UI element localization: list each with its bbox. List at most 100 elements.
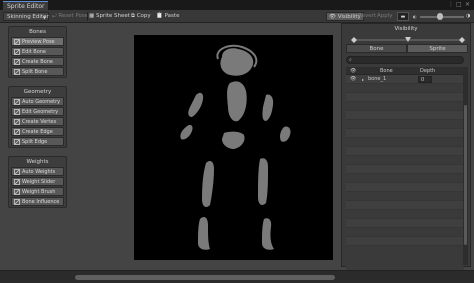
revert-button[interactable]: Revert [358, 12, 376, 21]
table-row [346, 210, 464, 219]
create-vertex-label: Create Vertex [22, 119, 57, 125]
opacity-min-icon [351, 37, 357, 43]
preview-pose-label: Preview Pose [22, 39, 55, 45]
eye-icon[interactable]: 👁 [350, 75, 356, 84]
window-titlebar: Sprite Editor ⋮ □ ✕ [0, 0, 474, 10]
table-row [346, 201, 464, 210]
table-row[interactable]: 👁 ▸ bone_1 0 [346, 75, 464, 84]
edit-geometry-button[interactable]: Edit Geometry [11, 107, 64, 116]
weight-slider-icon [14, 179, 20, 185]
copy-button[interactable]: ⧉ Copy [131, 12, 151, 21]
visibility-scrollbar-thumb[interactable] [464, 105, 467, 245]
edit-bone-label: Edit Bone [22, 49, 47, 55]
tab-bone[interactable]: Bone [346, 44, 407, 53]
depth-column-header: Depth [420, 68, 436, 74]
create-bone-label: Create Bone [22, 59, 53, 65]
table-row [346, 129, 464, 138]
weight-brush-button[interactable]: Weight Brush [11, 187, 64, 196]
bones-panel: Bones Preview Pose Edit Bone Create Bone Sp… [8, 26, 67, 78]
opacity-slider[interactable] [350, 37, 466, 43]
tab-sprite[interactable]: Sprite [407, 44, 468, 53]
split-bone-icon [14, 69, 20, 75]
auto-weights-button[interactable]: Auto Weights [11, 167, 64, 176]
visibility-panel-title: Visibility [394, 26, 418, 32]
edit-bone-button[interactable]: Edit Bone [11, 47, 64, 56]
sprite-right-shin [262, 218, 274, 250]
paste-icon: 📋 [156, 13, 163, 19]
zoom-in-icon: ◑ [466, 13, 471, 19]
table-row [346, 120, 464, 129]
create-bone-button[interactable]: Create Bone [11, 57, 64, 66]
auto-geometry-icon [14, 99, 20, 105]
table-row [346, 102, 464, 111]
table-row [346, 156, 464, 165]
editor-tab[interactable]: Sprite Editor [3, 1, 49, 10]
sprite-left-upper-arm [188, 92, 204, 117]
sprite-left-thigh [202, 161, 214, 207]
split-edge-label: Split Edge [22, 139, 48, 145]
table-row [346, 237, 464, 246]
paste-label: Paste [164, 13, 180, 19]
table-row [346, 111, 464, 120]
visibility-panel: Visibility Bone Sprite ⌕ 👁 Bone Depth 👁 ▸… [341, 23, 471, 283]
zoom-slider-handle[interactable] [436, 13, 443, 20]
visibility-tabs: Bone Sprite [346, 44, 468, 53]
weights-panel-title: Weights [26, 159, 49, 165]
create-edge-label: Create Edge [22, 129, 53, 135]
copy-icon: ⧉ [131, 13, 135, 19]
depth-field[interactable]: 0 [418, 76, 432, 83]
bone-influence-button[interactable]: Bone Influence [11, 197, 64, 206]
sprite-head [220, 48, 254, 76]
reset-pose-button[interactable]: ⤾ Reset Pose [52, 12, 88, 21]
auto-geometry-label: Auto Geometry [22, 99, 61, 105]
paste-button[interactable]: 📋 Paste [156, 12, 179, 21]
table-row [346, 147, 464, 156]
opacity-slider-graphic [351, 37, 465, 43]
create-edge-button[interactable]: Create Edge [11, 127, 64, 136]
apply-button[interactable]: Apply [377, 12, 393, 21]
split-bone-button[interactable]: Split Bone [11, 67, 64, 76]
expand-arrow-icon[interactable]: ▸ [362, 75, 364, 84]
editor-mode-dropdown[interactable]: Skinning Editor ▼ [3, 12, 49, 21]
create-bone-icon [14, 59, 20, 65]
sprite-pelvis [222, 131, 245, 149]
create-edge-icon [14, 129, 20, 135]
visibility-scrollbar[interactable] [463, 67, 468, 265]
search-input[interactable]: ⌕ [346, 56, 464, 64]
weight-brush-label: Weight Brush [22, 189, 56, 195]
character-sprite [180, 44, 291, 250]
close-icon[interactable]: ✕ [465, 1, 470, 9]
table-row [346, 228, 464, 237]
horizontal-scrollbar-thumb[interactable] [75, 275, 335, 280]
table-row [346, 165, 464, 174]
weight-brush-icon [14, 189, 20, 195]
weight-slider-button[interactable]: Weight Slider [11, 177, 64, 186]
split-edge-icon [14, 139, 20, 145]
reset-pose-icon: ⤾ [52, 13, 57, 19]
bone-influence-label: Bone Influence [22, 199, 60, 205]
maximize-icon[interactable]: □ [456, 1, 462, 9]
zoom-out-icon: ◐ [413, 14, 417, 19]
sprite-canvas[interactable] [134, 35, 333, 260]
table-row [346, 93, 464, 102]
preview-pose-button[interactable]: Preview Pose [11, 37, 64, 46]
auto-geometry-button[interactable]: Auto Geometry [11, 97, 64, 106]
horizontal-scrollbar[interactable] [0, 270, 474, 283]
preview-pose-icon [14, 39, 20, 45]
chevron-down-icon: ▼ [42, 15, 46, 20]
sprite-sheet-button[interactable]: ▦ Sprite Sheet [89, 12, 130, 21]
create-vertex-button[interactable]: Create Vertex [11, 117, 64, 126]
sprite-sheet-icon: ▦ [89, 13, 95, 19]
auto-weights-label: Auto Weights [22, 169, 56, 175]
bones-panel-title: Bones [29, 29, 46, 35]
split-edge-button[interactable]: Split Edge [11, 137, 64, 146]
table-row [346, 138, 464, 147]
more-options-icon[interactable]: ⋮ [448, 1, 454, 9]
bone-influence-icon [14, 199, 20, 205]
bone-name: bone_1 [368, 76, 387, 82]
edit-bone-icon [14, 49, 20, 55]
weights-panel: Weights Auto Weights Weight Slider Weight … [8, 156, 67, 208]
background-toggle-icon[interactable]: ▬ [397, 12, 409, 21]
edit-geometry-label: Edit Geometry [22, 109, 59, 115]
sprite-left-shin [198, 217, 210, 250]
